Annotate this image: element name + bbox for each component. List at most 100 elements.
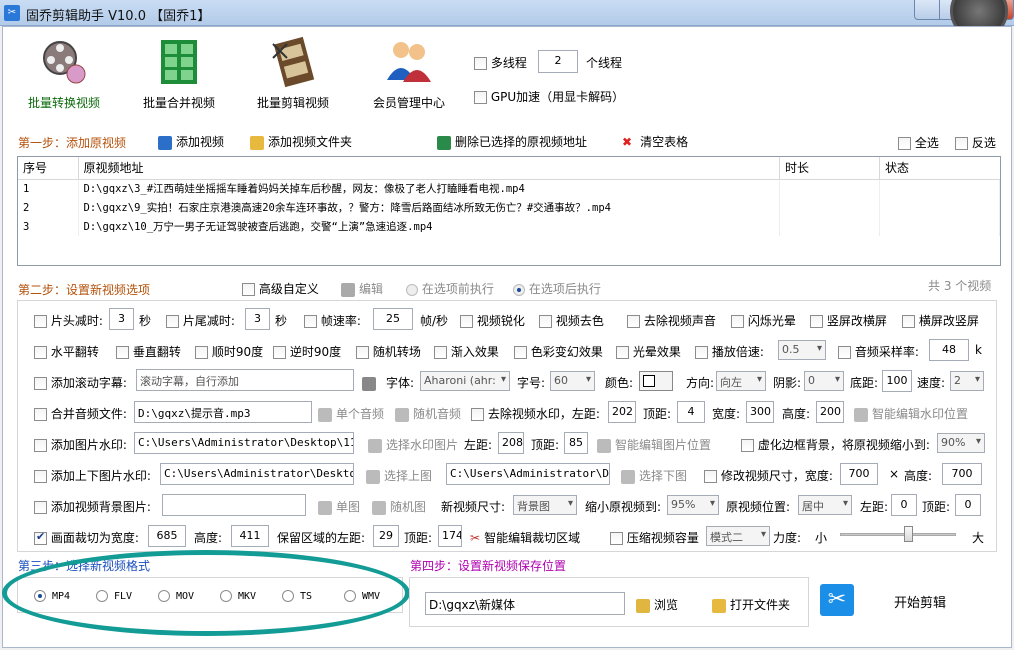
fps-input[interactable]: 25 xyxy=(373,308,413,330)
delete-selected-button[interactable]: 删除已选择的原视频地址 xyxy=(437,133,587,150)
crop-option[interactable]: 画面裁切为宽度: xyxy=(34,529,139,546)
blur-scale-select[interactable]: 90% xyxy=(937,433,985,453)
flash-checkbox[interactable] xyxy=(731,315,744,328)
vflip-option[interactable]: 垂直翻转 xyxy=(116,343,181,360)
run-before-option[interactable]: 在选项前执行 xyxy=(406,280,494,297)
smart-crop-button[interactable]: ✂ 智能编辑裁切区域 xyxy=(470,529,580,546)
bg-top-input[interactable]: 0 xyxy=(955,494,981,516)
add-video-button[interactable]: 添加视频 xyxy=(158,133,224,150)
bg-image-checkbox[interactable] xyxy=(34,501,47,514)
select-all-checkbox[interactable] xyxy=(898,137,911,150)
add-folder-button[interactable]: 添加视频文件夹 xyxy=(250,133,352,150)
crop-left-input[interactable]: 29 xyxy=(373,525,399,547)
table-row[interactable]: 1 D:\gqxz\3_#江西萌娃坐摇摇车睡着妈妈关掉车后秒醒，网友：像极了老人… xyxy=(18,179,1000,198)
single-image-button[interactable]: 单图 xyxy=(318,498,360,515)
flash-option[interactable]: 闪烁光晕 xyxy=(731,312,796,329)
col-header-index[interactable]: 序号 xyxy=(18,157,79,180)
compress-checkbox[interactable] xyxy=(610,532,623,545)
strength-slider-track[interactable] xyxy=(840,533,956,536)
wm-height-input[interactable]: 200 xyxy=(816,401,844,423)
merge-audio-option[interactable]: 合并音频文件: xyxy=(34,405,127,422)
video-table[interactable]: 序号 原视频地址 时长 状态 1 D:\gqxz\3_#江西萌娃坐摇摇车睡着妈妈… xyxy=(17,156,1001,266)
blur-bg-checkbox[interactable] xyxy=(741,439,754,452)
bg-image-path-input[interactable] xyxy=(162,494,306,516)
compress-mode-select[interactable]: 模式二 xyxy=(706,526,770,546)
mute-checkbox[interactable] xyxy=(627,315,640,328)
crop-top-input[interactable]: 174 xyxy=(438,525,462,547)
cw90-checkbox[interactable] xyxy=(195,346,208,359)
ccw90-checkbox[interactable] xyxy=(273,346,286,359)
smart-img-button[interactable]: 智能编辑图片位置 xyxy=(597,436,711,453)
color-picker[interactable] xyxy=(639,371,673,391)
wm-top-input[interactable]: 4 xyxy=(677,401,705,423)
head-cut-option[interactable]: 片头减时: xyxy=(34,312,103,329)
random-image-button[interactable]: 随机图 xyxy=(372,498,426,515)
remove-wm-option[interactable]: 去除视频水印，左距: xyxy=(471,405,600,422)
merge-audio-checkbox[interactable] xyxy=(34,408,47,421)
img-wm-path-input[interactable]: C:\Users\Administrator\Desktop\111.j xyxy=(134,432,354,454)
resize-checkbox[interactable] xyxy=(704,470,717,483)
col-header-path[interactable]: 原视频地址 xyxy=(78,157,780,180)
choose-wm-image-button[interactable]: 选择水印图片 xyxy=(368,436,458,453)
clear-table-button[interactable]: ✖ 清空表格 xyxy=(622,133,688,150)
color-option[interactable]: 色彩变幻效果 xyxy=(514,343,603,360)
scroll-text-checkbox[interactable] xyxy=(34,377,47,390)
random-trans-option[interactable]: 随机转场 xyxy=(356,343,421,360)
tail-cut-checkbox[interactable] xyxy=(166,315,179,328)
resize-option[interactable]: 修改视频尺寸，宽度: xyxy=(704,467,833,484)
invert-select-checkbox[interactable] xyxy=(955,137,968,150)
top-bottom-wm-checkbox[interactable] xyxy=(34,470,47,483)
direction-select[interactable]: 向左 xyxy=(716,371,766,391)
img-wm-checkbox[interactable] xyxy=(34,439,47,452)
scroll-text-option[interactable]: 添加滚动字幕: xyxy=(34,374,127,391)
tool-batch-convert[interactable]: 批量转换视频 xyxy=(28,36,100,111)
bottom-input[interactable]: 100 xyxy=(882,370,912,392)
decolor-option[interactable]: 视频去色 xyxy=(539,312,604,329)
remove-wm-checkbox[interactable] xyxy=(471,408,484,421)
minimize-button[interactable] xyxy=(914,0,940,20)
random-trans-checkbox[interactable] xyxy=(356,346,369,359)
smart-wm-button[interactable]: 智能编辑水印位置 xyxy=(854,405,968,422)
col-header-duration[interactable]: 时长 xyxy=(779,157,880,180)
audio-path-input[interactable]: D:\gqxz\提示音.mp3 xyxy=(134,401,312,423)
resize-width-input[interactable]: 700 xyxy=(840,463,878,485)
v2h-checkbox[interactable] xyxy=(810,315,823,328)
start-scissors-icon[interactable]: ✂ xyxy=(820,584,854,616)
table-row[interactable]: 2 D:\gqxz\9_实拍！石家庄京港澳高速20余车连环事故，？警方：降雪后路… xyxy=(18,198,1000,217)
save-path-input[interactable]: D:\gqxz\新媒体 xyxy=(425,592,625,615)
speed-checkbox[interactable] xyxy=(695,346,708,359)
run-after-radio[interactable] xyxy=(513,283,525,296)
shrink-select[interactable]: 95% xyxy=(667,495,719,515)
compress-option[interactable]: 压缩视频容量 xyxy=(610,529,699,546)
img-wm-option[interactable]: 添加图片水印: xyxy=(34,436,127,453)
h2v-checkbox[interactable] xyxy=(902,315,915,328)
invert-select-option[interactable]: 反选 xyxy=(955,134,996,151)
fps-checkbox[interactable] xyxy=(304,315,317,328)
tail-cut-option[interactable]: 片尾减时: xyxy=(166,312,235,329)
open-folder-button[interactable]: 打开文件夹 xyxy=(712,596,790,613)
browse-button[interactable]: 浏览 xyxy=(636,596,678,613)
tool-member-center[interactable]: 会员管理中心 xyxy=(373,36,445,111)
color-checkbox[interactable] xyxy=(514,346,527,359)
speed-select[interactable]: 0.5 xyxy=(778,340,826,360)
bg-image-option[interactable]: 添加视频背景图片: xyxy=(34,498,151,515)
choose-top-image-button[interactable]: 选择上图 xyxy=(366,467,432,484)
fade-in-checkbox[interactable] xyxy=(434,346,447,359)
table-row[interactable]: 3 D:\gqxz\10_万宁一男子无证驾驶被查后逃跑，交警“上演”急速追逐.m… xyxy=(18,217,1000,236)
multithread-checkbox[interactable] xyxy=(474,57,487,70)
shadow-select[interactable]: 0 xyxy=(804,371,844,391)
thread-count-input[interactable]: 2 xyxy=(538,50,578,73)
wm-width-input[interactable]: 300 xyxy=(746,401,774,423)
scroll-speed-select[interactable]: 2 xyxy=(950,371,984,391)
run-after-option[interactable]: 在选项后执行 xyxy=(513,280,601,297)
gpu-option[interactable]: GPU加速（用显卡解码） xyxy=(474,88,624,105)
strength-slider-thumb[interactable] xyxy=(904,526,914,542)
cw90-option[interactable]: 顺时90度 xyxy=(195,343,263,360)
head-cut-input[interactable]: 3 xyxy=(109,308,134,330)
tail-cut-input[interactable]: 3 xyxy=(245,308,270,330)
head-cut-checkbox[interactable] xyxy=(34,315,47,328)
gpu-checkbox[interactable] xyxy=(474,91,487,104)
resize-height-input[interactable]: 700 xyxy=(942,463,982,485)
col-header-status[interactable]: 状态 xyxy=(879,157,1000,180)
h2v-option[interactable]: 横屏改竖屏 xyxy=(902,312,979,329)
